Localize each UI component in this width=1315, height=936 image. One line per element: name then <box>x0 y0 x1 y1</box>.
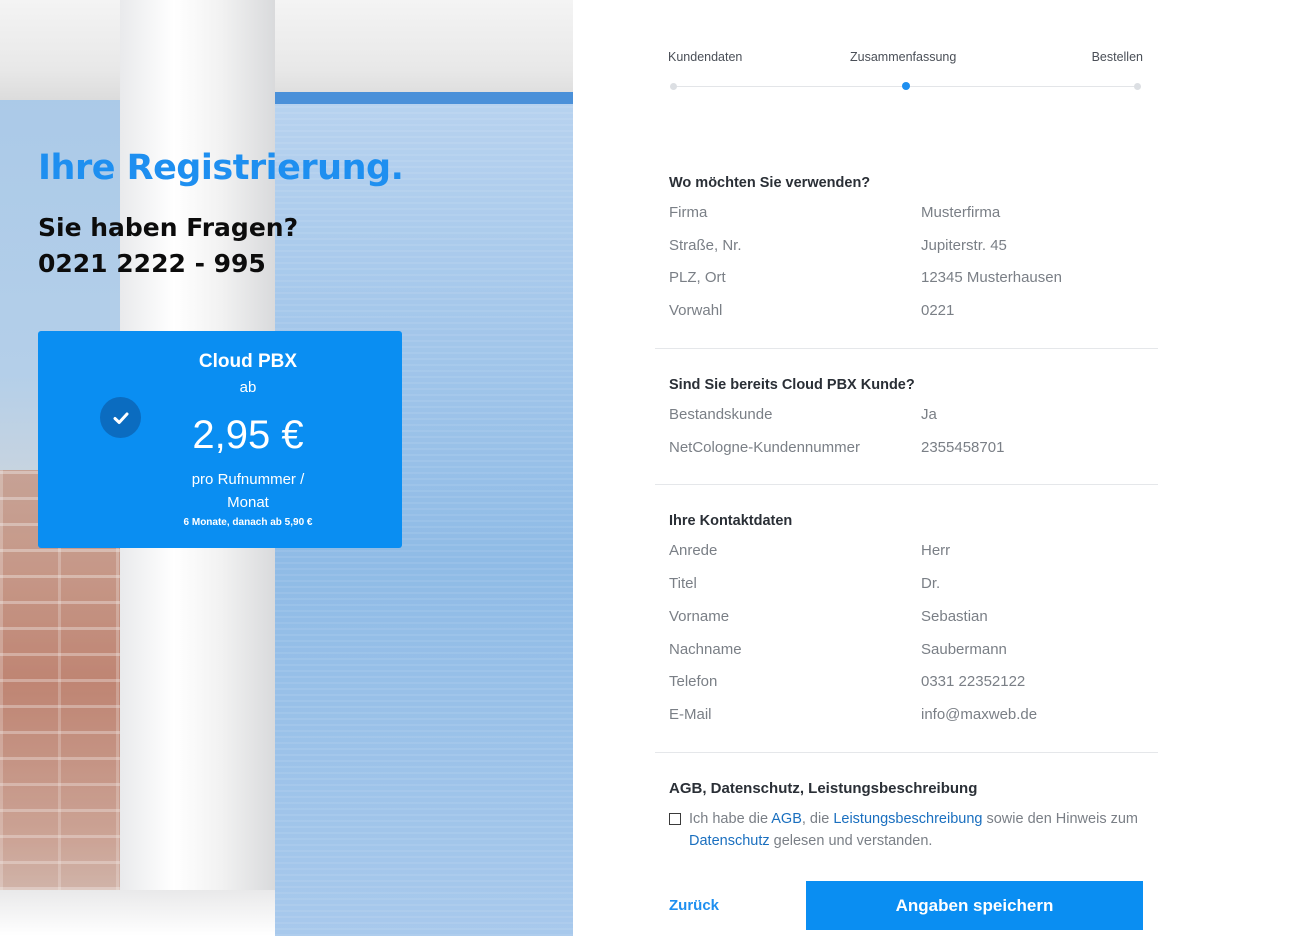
step-dot-3 <box>1134 83 1141 90</box>
help-phone: 0221 2222 - 995 <box>38 249 266 278</box>
leistungsbeschreibung-link[interactable]: Leistungsbeschreibung <box>833 811 982 827</box>
row-value: 12345 Musterhausen <box>921 269 1062 286</box>
agb-text-part: Ich habe die <box>689 811 772 827</box>
product-price-unit-period: Monat <box>227 494 269 511</box>
hero-window-sill <box>0 890 275 936</box>
row-label: Bestandskunde <box>669 406 773 423</box>
hero-window-frame <box>0 0 573 100</box>
row-value: 2355458701 <box>921 439 1005 456</box>
row-label: Straße, Nr. <box>669 237 742 254</box>
section-divider <box>655 484 1158 485</box>
row-value: Jupiterstr. 45 <box>921 237 1007 254</box>
row-label: Telefon <box>669 673 718 690</box>
agb-text-part: sowie den Hinweis zum <box>982 811 1138 827</box>
row-value: Saubermann <box>921 641 1007 658</box>
row-label: Anrede <box>669 542 718 559</box>
agb-title: AGB, Datenschutz, Leistungsbeschreibung <box>669 780 978 797</box>
section-divider <box>655 752 1158 753</box>
product-price-note: 6 Monate, danach ab 5,90 € <box>183 517 313 528</box>
hero-window-frame-strip <box>275 92 573 104</box>
section-contact: Ihre Kontaktdaten Anrede Herr Titel Dr. … <box>669 513 1139 743</box>
section-title: Ihre Kontaktdaten <box>669 513 793 529</box>
row-value: Sebastian <box>921 608 988 625</box>
row-value: 0331 22352122 <box>921 673 1026 690</box>
page-title: Ihre Registrierung. <box>38 148 404 188</box>
row-value: Ja <box>921 406 937 423</box>
agb-text-part: gelesen und verstanden. <box>769 833 933 849</box>
datenschutz-link[interactable]: Datenschutz <box>689 833 770 849</box>
row-label: NetCologne-Kundennummer <box>669 439 860 456</box>
agb-checkbox[interactable] <box>669 813 681 825</box>
section-usage: Wo möchten Sie verwenden? Firma Musterfi… <box>669 175 1139 335</box>
row-label: PLZ, Ort <box>669 269 726 286</box>
product-price: 2,95 € <box>192 413 304 457</box>
row-label: Firma <box>669 204 708 221</box>
selected-check-icon <box>100 397 141 438</box>
save-button[interactable]: Angaben speichern <box>806 881 1143 930</box>
section-title: Wo möchten Sie verwenden? <box>669 175 871 191</box>
row-label: Vorwahl <box>669 302 723 319</box>
agb-link[interactable]: AGB <box>771 811 802 827</box>
step-label-zusammenfassung: Zusammenfassung <box>850 50 957 64</box>
row-value: 0221 <box>921 302 955 319</box>
step-dot-2-active <box>902 82 910 90</box>
row-label: Nachname <box>669 641 742 658</box>
row-label: Vorname <box>669 608 730 625</box>
agb-text-part: , die <box>801 811 834 827</box>
product-card: Cloud PBX ab 2,95 € pro Rufnummer / Mona… <box>38 331 402 548</box>
back-link[interactable]: Zurück <box>669 897 719 914</box>
hero-panel: Ihre Registrierung. Sie haben Fragen? 02… <box>0 0 573 936</box>
help-question: Sie haben Fragen? <box>38 213 299 242</box>
row-label: E-Mail <box>669 706 712 723</box>
agb-consent-text: Ich habe die AGB, die Leistungsbeschreib… <box>689 808 1149 852</box>
agb-consent: AGB, Datenschutz, Leistungsbeschreibung … <box>669 780 1149 849</box>
product-price-prefix: ab <box>239 379 257 396</box>
step-label-kundendaten: Kundendaten <box>668 50 743 64</box>
row-value: info@maxweb.de <box>921 706 1038 723</box>
step-label-bestellen: Bestellen <box>1091 50 1143 64</box>
row-value: Dr. <box>921 575 941 592</box>
section-title: Sind Sie bereits Cloud PBX Kunde? <box>669 377 915 393</box>
product-name: Cloud PBX <box>198 351 298 372</box>
product-price-unit: pro Rufnummer / <box>191 471 305 488</box>
section-existing-customer: Sind Sie bereits Cloud PBX Kunde? Bestan… <box>669 377 1139 477</box>
row-label: Titel <box>669 575 697 592</box>
row-value: Musterfirma <box>921 204 1001 221</box>
step-dot-1 <box>670 83 677 90</box>
section-divider <box>655 348 1158 349</box>
row-value: Herr <box>921 542 951 559</box>
progress-stepper: Kundendaten Zusammenfassung Bestellen <box>668 50 1143 95</box>
